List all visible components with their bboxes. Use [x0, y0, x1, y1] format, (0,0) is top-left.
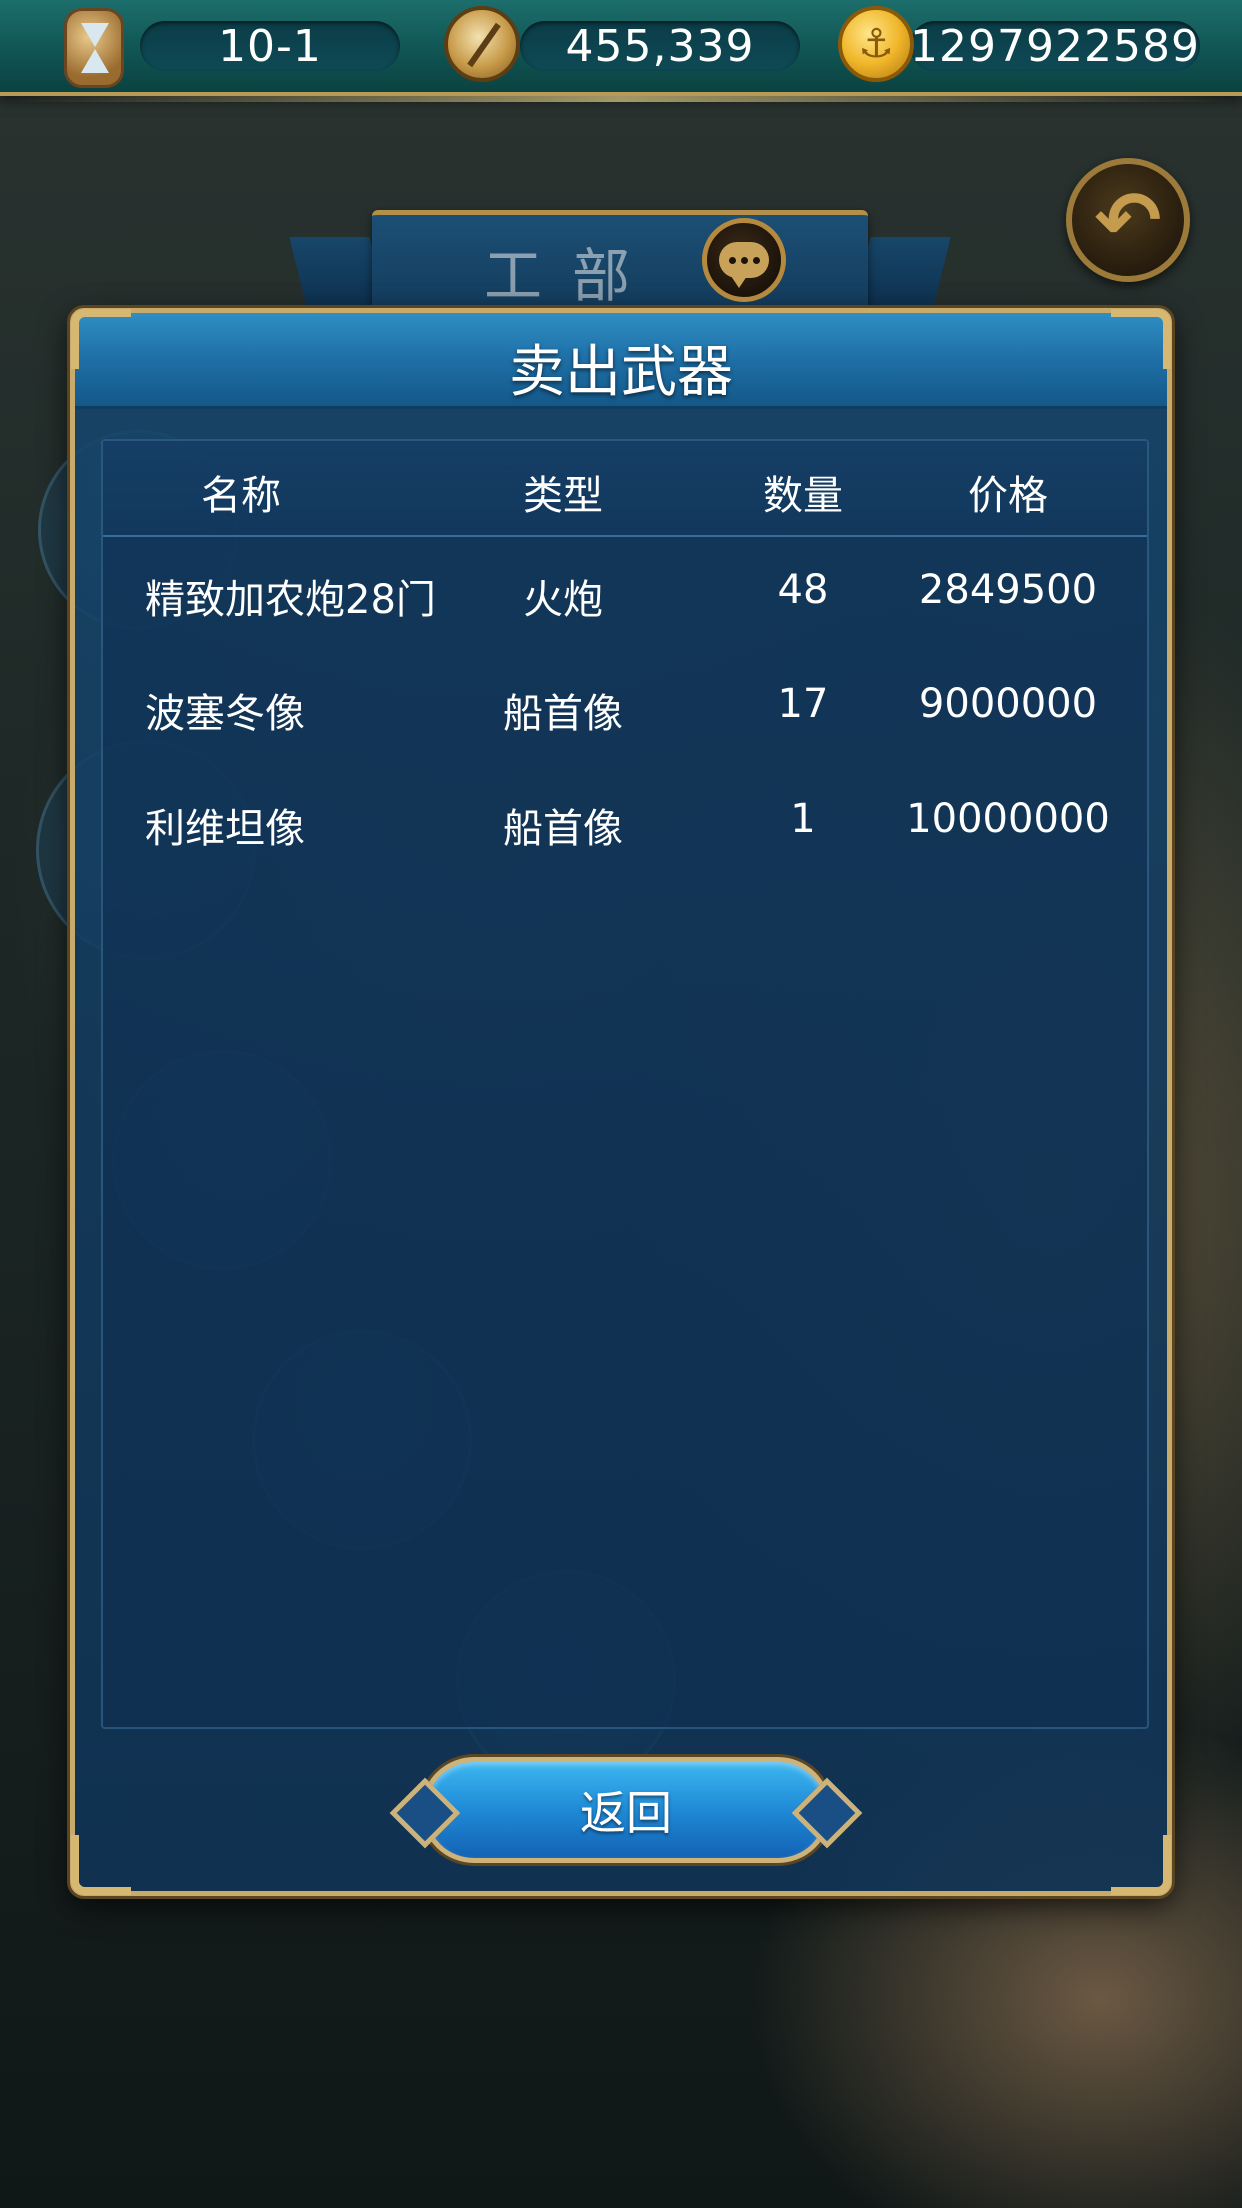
column-header-price: 价格 [968, 473, 1048, 519]
table-row[interactable]: 精致加农炮28门 火炮 48 2849500 [103, 545, 1147, 655]
frame-corner [1111, 1835, 1171, 1895]
row-qty: 1 [790, 796, 816, 842]
return-button[interactable]: 返回 [421, 1757, 831, 1863]
row-price: 9000000 [918, 681, 1098, 727]
sell-weapon-dialog: 卖出武器 名称 类型 数量 价格 精致加农炮28门 火炮 48 2849500 … [70, 308, 1172, 1896]
row-name: 精致加农炮28门 [145, 577, 436, 623]
frame-corner [71, 309, 131, 369]
hourglass-icon [64, 8, 124, 88]
row-qty: 17 [777, 681, 829, 727]
weapon-table: 名称 类型 数量 价格 精致加农炮28门 火炮 48 2849500 波塞冬像 … [101, 439, 1149, 1729]
reputation-value: 455,339 [565, 20, 755, 72]
date-value: 10-1 [218, 20, 322, 72]
date-display: 10-1 [140, 20, 400, 72]
table-header: 名称 类型 数量 价格 [103, 441, 1147, 537]
row-qty: 48 [777, 567, 829, 613]
anchor-coin-icon: ⚓ [838, 6, 914, 82]
dialog-header: 卖出武器 [75, 313, 1167, 409]
compass-icon [444, 6, 520, 82]
reputation-display: 455,339 [520, 20, 800, 72]
row-name: 利维坦像 [145, 806, 305, 852]
row-price: 2849500 [918, 567, 1098, 613]
column-header-qty: 数量 [763, 473, 843, 519]
chat-bubble-icon[interactable] [702, 218, 786, 302]
row-type: 火炮 [523, 577, 603, 623]
column-header-type: 类型 [523, 473, 603, 519]
row-name: 波塞冬像 [145, 691, 305, 737]
resource-bar: 10-1 455,339 1297922589 ⚓ [0, 0, 1242, 102]
row-price: 10000000 [906, 796, 1110, 842]
dialog-title: 卖出武器 [509, 340, 733, 405]
row-type: 船首像 [503, 806, 623, 852]
return-button-label: 返回 [580, 1786, 672, 1840]
frame-corner [1111, 309, 1171, 369]
gold-display: 1297922589 [910, 20, 1200, 72]
table-row[interactable]: 利维坦像 船首像 1 10000000 [103, 774, 1147, 884]
row-type: 船首像 [503, 691, 623, 737]
chat-bubble-shape [719, 242, 769, 288]
column-header-name: 名称 [201, 473, 281, 519]
department-banner: 工部 [372, 210, 868, 320]
frame-corner [71, 1835, 131, 1895]
back-arrow-icon[interactable]: ↶ [1066, 158, 1190, 282]
table-row[interactable]: 波塞冬像 船首像 17 9000000 [103, 659, 1147, 769]
gold-value: 1297922589 [910, 20, 1200, 72]
